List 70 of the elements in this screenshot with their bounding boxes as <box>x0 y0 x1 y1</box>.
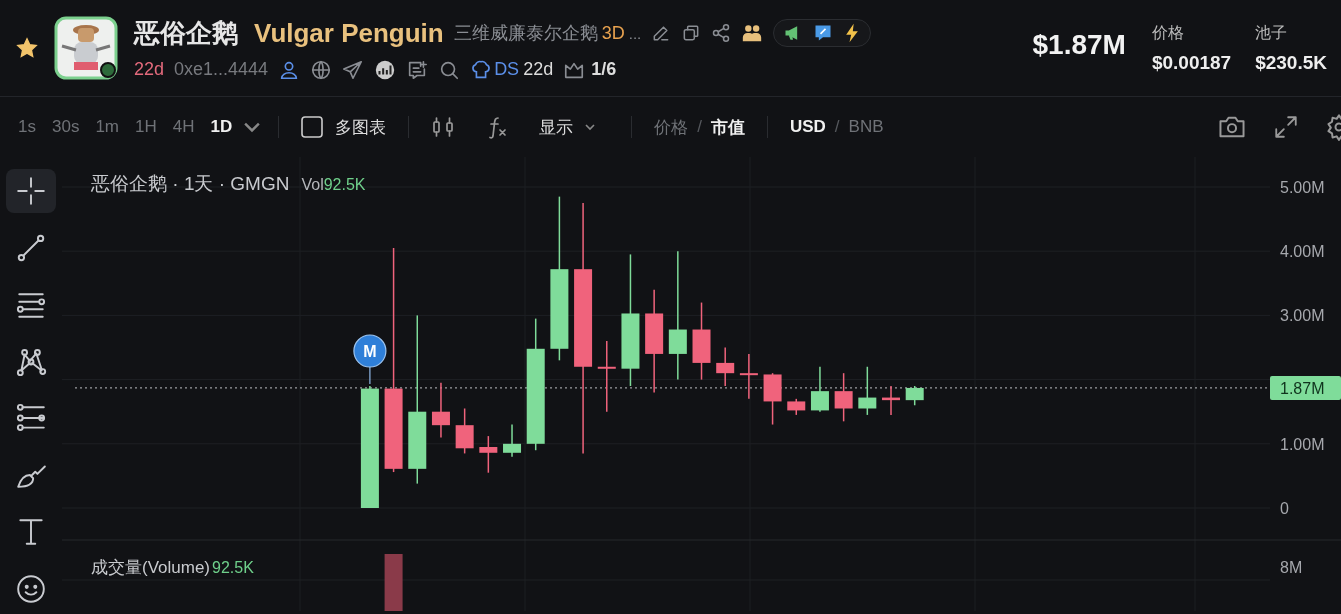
ds-label: DS <box>494 59 520 80</box>
crosshair-icon[interactable] <box>15 174 47 207</box>
candlestick <box>834 372 853 423</box>
candlestick <box>716 346 735 387</box>
stat-label: 价格 <box>1151 22 1185 43</box>
contract-address[interactable]: 0xe1...4444 <box>174 59 269 80</box>
currency-option[interactable]: BNB <box>840 113 892 141</box>
token-name: 恶俗企鹅 <box>134 16 238 50</box>
stat-label: 池子 <box>1255 22 1289 43</box>
star-icon[interactable] <box>16 37 38 59</box>
volume-pane-title: 成交量(Volume) <box>91 557 211 579</box>
market-cap: $1.87M <box>1032 29 1126 61</box>
candlestick <box>431 382 450 439</box>
paper-plane-icon[interactable] <box>342 58 365 81</box>
checkbox-icon[interactable] <box>301 116 324 138</box>
crosshair-tool[interactable] <box>6 169 56 213</box>
interval-tab[interactable]: 1m <box>87 113 127 141</box>
description-tag: 3D <box>601 22 625 44</box>
volume-value: 92.5K <box>323 176 366 194</box>
candlestick <box>882 385 900 416</box>
chat-edit-icon[interactable] <box>813 23 834 43</box>
volume-label: Vol <box>301 176 324 194</box>
axis-label: 5.00M <box>1280 179 1325 196</box>
token-age: 22d <box>134 59 165 80</box>
axis-label: 1.00M <box>1280 435 1325 453</box>
candlestick <box>503 423 521 458</box>
axis-label: 8M <box>1280 559 1303 576</box>
price-mode-option[interactable]: 市值 <box>702 111 753 143</box>
emoji-icon[interactable] <box>15 573 47 606</box>
last-price-label: 1.87M <box>1270 375 1341 400</box>
chart-logo-icon[interactable] <box>374 58 397 81</box>
axis-label: 0 <box>1280 500 1289 517</box>
display-dropdown[interactable]: 显示 <box>531 111 618 143</box>
axis-label: 4.00M <box>1280 243 1325 261</box>
candlestick <box>905 385 924 407</box>
token-description: 三维威廉泰尔企鹅 <box>453 22 598 45</box>
currency-option[interactable]: USD <box>781 113 834 141</box>
candlestick <box>810 366 829 413</box>
candlestick <box>763 372 782 426</box>
chart-title: 恶俗企鹅 · 1天 · GMGN <box>91 172 290 196</box>
users-icon[interactable] <box>741 22 764 44</box>
token-english-name: Vulgar Penguin <box>254 17 444 49</box>
candlestick <box>479 435 498 474</box>
multi-chart-checkbox[interactable]: 多图表 <box>293 111 395 143</box>
candlestick <box>739 353 758 400</box>
candlestick <box>787 398 806 416</box>
globe-icon[interactable] <box>310 58 333 81</box>
ellipsis-text: ... <box>628 24 642 42</box>
interval-tab[interactable]: 1s <box>10 113 44 141</box>
stat-value: $0.00187 <box>1151 51 1232 74</box>
candles-icon[interactable] <box>431 115 456 139</box>
axis-label: 3.00M <box>1280 307 1325 325</box>
separator-text: / <box>697 117 702 137</box>
volume-value: 92.5K <box>212 559 254 577</box>
price-mode-option[interactable]: 价格 <box>646 111 697 143</box>
volume-bar <box>384 554 403 611</box>
interval-tab[interactable]: 30s <box>43 113 88 141</box>
expand-icon[interactable] <box>1273 114 1299 140</box>
chef-hat-icon[interactable] <box>470 58 493 81</box>
note-icon[interactable] <box>406 58 429 81</box>
share-icon[interactable] <box>711 23 732 43</box>
separator-text: / <box>834 117 840 137</box>
interval-tab[interactable]: 4H <box>164 113 203 141</box>
candlestick <box>858 366 877 416</box>
interval-tab[interactable]: 1D <box>202 113 241 141</box>
ds-age: 22d <box>523 59 554 80</box>
stat-value: $230.5K <box>1255 51 1327 74</box>
interval-tab[interactable]: 1H <box>127 113 165 141</box>
holders-ratio: 1/6 <box>591 59 617 80</box>
candlestick <box>455 407 474 455</box>
